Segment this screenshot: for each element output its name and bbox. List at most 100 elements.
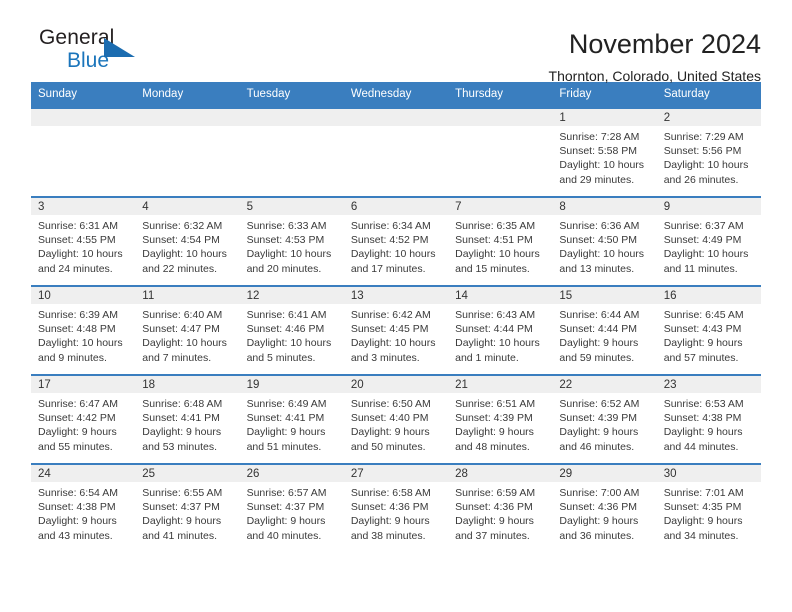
day-number <box>343 109 449 126</box>
sunrise-text: Sunrise: 6:32 AM <box>142 220 223 232</box>
day-details: Sunrise: 6:31 AM Sunset: 4:55 PM Dayligh… <box>31 215 135 276</box>
day-cell[interactable]: 12 Sunrise: 6:41 AM Sunset: 4:46 PM Dayl… <box>239 285 344 375</box>
day-cell[interactable] <box>343 107 449 197</box>
day-number: 23 <box>656 376 761 393</box>
day-cell[interactable]: 27 Sunrise: 6:58 AM Sunset: 4:36 PM Dayl… <box>343 463 449 553</box>
day-cell[interactable] <box>448 107 553 197</box>
sunset-text: Sunset: 4:37 PM <box>246 501 325 514</box>
day-details: Sunrise: 6:44 AM Sunset: 4:44 PM Dayligh… <box>552 304 656 365</box>
daylight-text: Daylight: 9 hours and 57 minutes. <box>663 337 743 364</box>
day-cell[interactable] <box>135 107 240 197</box>
day-details: Sunrise: 6:39 AM Sunset: 4:48 PM Dayligh… <box>31 304 135 365</box>
day-number: 5 <box>239 198 344 215</box>
day-details: Sunrise: 6:50 AM Sunset: 4:40 PM Dayligh… <box>344 393 448 454</box>
day-cell[interactable]: 25 Sunrise: 6:55 AM Sunset: 4:37 PM Dayl… <box>135 463 240 553</box>
day-number: 18 <box>135 376 240 393</box>
day-cell[interactable]: 10 Sunrise: 6:39 AM Sunset: 4:48 PM Dayl… <box>31 285 136 375</box>
day-cell[interactable]: 22 Sunrise: 6:52 AM Sunset: 4:39 PM Dayl… <box>552 374 657 464</box>
day-details: Sunrise: 7:29 AM Sunset: 5:56 PM Dayligh… <box>657 126 761 187</box>
sunrise-text: Sunrise: 7:28 AM <box>559 131 640 143</box>
day-cell[interactable] <box>239 107 344 197</box>
day-number: 14 <box>448 287 553 304</box>
daylight-text: Daylight: 9 hours and 53 minutes. <box>142 426 222 453</box>
day-details <box>135 126 239 130</box>
day-number: 6 <box>343 198 449 215</box>
sunset-text: Sunset: 4:41 PM <box>142 412 220 425</box>
sunrise-text: Sunrise: 7:00 AM <box>559 487 640 499</box>
sunrise-text: Sunrise: 6:41 AM <box>246 309 327 321</box>
day-cell[interactable]: 11 Sunrise: 6:40 AM Sunset: 4:47 PM Dayl… <box>135 285 240 375</box>
daylight-text: Daylight: 9 hours and 37 minutes. <box>455 515 534 542</box>
day-details: Sunrise: 6:49 AM Sunset: 4:41 PM Dayligh… <box>240 393 344 454</box>
day-cell[interactable]: 15 Sunrise: 6:44 AM Sunset: 4:44 PM Dayl… <box>552 285 657 375</box>
sunset-text: Sunset: 4:55 PM <box>38 234 116 247</box>
sunset-text: Sunset: 4:41 PM <box>246 412 325 425</box>
day-number <box>239 109 344 126</box>
day-details: Sunrise: 6:36 AM Sunset: 4:50 PM Dayligh… <box>552 215 656 276</box>
sunrise-text: Sunrise: 6:42 AM <box>350 309 431 321</box>
day-cell[interactable]: 24 Sunrise: 6:54 AM Sunset: 4:38 PM Dayl… <box>31 463 136 553</box>
sunrise-text: Sunrise: 6:34 AM <box>350 220 431 232</box>
daylight-text: Daylight: 10 hours and 9 minutes. <box>38 337 123 364</box>
day-cell[interactable]: 5 Sunrise: 6:33 AM Sunset: 4:53 PM Dayli… <box>239 196 344 286</box>
daylight-text: Daylight: 9 hours and 34 minutes. <box>663 515 743 542</box>
day-details: Sunrise: 6:42 AM Sunset: 4:45 PM Dayligh… <box>344 304 448 365</box>
day-number <box>448 109 553 126</box>
day-cell[interactable]: 19 Sunrise: 6:49 AM Sunset: 4:41 PM Dayl… <box>239 374 344 464</box>
day-cell[interactable]: 20 Sunrise: 6:50 AM Sunset: 4:40 PM Dayl… <box>343 374 449 464</box>
day-cell[interactable]: 6 Sunrise: 6:34 AM Sunset: 4:52 PM Dayli… <box>343 196 449 286</box>
day-cell[interactable]: 13 Sunrise: 6:42 AM Sunset: 4:45 PM Dayl… <box>343 285 449 375</box>
sunrise-text: Sunrise: 6:36 AM <box>559 220 640 232</box>
day-cell[interactable]: 3 Sunrise: 6:31 AM Sunset: 4:55 PM Dayli… <box>31 196 136 286</box>
day-cell[interactable]: 30 Sunrise: 7:01 AM Sunset: 4:35 PM Dayl… <box>656 463 761 553</box>
day-details: Sunrise: 6:35 AM Sunset: 4:51 PM Dayligh… <box>448 215 552 276</box>
day-cell[interactable]: 21 Sunrise: 6:51 AM Sunset: 4:39 PM Dayl… <box>448 374 553 464</box>
calendar-table: Sunday Monday Tuesday Wednesday Thursday… <box>31 82 761 553</box>
day-number: 29 <box>552 465 657 482</box>
brand-logo[interactable]: General Blue <box>31 26 149 78</box>
sunset-text: Sunset: 4:54 PM <box>142 234 220 247</box>
sunset-text: Sunset: 4:46 PM <box>246 323 325 336</box>
day-details: Sunrise: 6:45 AM Sunset: 4:43 PM Dayligh… <box>657 304 761 365</box>
daylight-text: Daylight: 9 hours and 50 minutes. <box>350 426 430 453</box>
day-details: Sunrise: 6:43 AM Sunset: 4:44 PM Dayligh… <box>448 304 552 365</box>
sunrise-text: Sunrise: 6:49 AM <box>246 398 327 410</box>
day-cell[interactable]: 7 Sunrise: 6:35 AM Sunset: 4:51 PM Dayli… <box>448 196 553 286</box>
day-cell[interactable]: 26 Sunrise: 6:57 AM Sunset: 4:37 PM Dayl… <box>239 463 344 553</box>
day-cell[interactable]: 28 Sunrise: 6:59 AM Sunset: 4:36 PM Dayl… <box>448 463 553 553</box>
day-cell[interactable]: 16 Sunrise: 6:45 AM Sunset: 4:43 PM Dayl… <box>656 285 761 375</box>
day-cell[interactable]: 23 Sunrise: 6:53 AM Sunset: 4:38 PM Dayl… <box>656 374 761 464</box>
day-cell[interactable]: 9 Sunrise: 6:37 AM Sunset: 4:49 PM Dayli… <box>656 196 761 286</box>
sunset-text: Sunset: 4:49 PM <box>663 234 742 247</box>
day-cell[interactable]: 1 Sunrise: 7:28 AM Sunset: 5:58 PM Dayli… <box>552 107 657 197</box>
sunset-text: Sunset: 4:47 PM <box>142 323 220 336</box>
day-number: 11 <box>135 287 240 304</box>
day-cell[interactable]: 14 Sunrise: 6:43 AM Sunset: 4:44 PM Dayl… <box>448 285 553 375</box>
page-title: November 2024 <box>568 29 761 59</box>
daylight-text: Daylight: 9 hours and 46 minutes. <box>559 426 639 453</box>
day-number: 21 <box>448 376 553 393</box>
day-details: Sunrise: 6:33 AM Sunset: 4:53 PM Dayligh… <box>240 215 344 276</box>
day-cell[interactable]: 17 Sunrise: 6:47 AM Sunset: 4:42 PM Dayl… <box>31 374 136 464</box>
day-number: 10 <box>31 287 136 304</box>
calendar-week-row: 10 Sunrise: 6:39 AM Sunset: 4:48 PM Dayl… <box>31 285 761 375</box>
daylight-text: Daylight: 10 hours and 15 minutes. <box>455 248 540 275</box>
day-details: Sunrise: 7:00 AM Sunset: 4:36 PM Dayligh… <box>552 482 656 543</box>
daylight-text: Daylight: 10 hours and 17 minutes. <box>350 248 436 275</box>
daylight-text: Daylight: 10 hours and 22 minutes. <box>142 248 227 275</box>
page-subtitle: Thornton, Colorado, United States <box>548 68 761 84</box>
calendar-week-row: 3 Sunrise: 6:31 AM Sunset: 4:55 PM Dayli… <box>31 196 761 286</box>
weekday-header-tuesday: Tuesday <box>239 82 344 108</box>
day-cell[interactable]: 29 Sunrise: 7:00 AM Sunset: 4:36 PM Dayl… <box>552 463 657 553</box>
day-number: 15 <box>552 287 657 304</box>
daylight-text: Daylight: 9 hours and 51 minutes. <box>246 426 326 453</box>
day-number: 16 <box>656 287 761 304</box>
day-cell[interactable]: 2 Sunrise: 7:29 AM Sunset: 5:56 PM Dayli… <box>656 107 761 197</box>
day-cell[interactable] <box>31 107 136 197</box>
day-cell[interactable]: 18 Sunrise: 6:48 AM Sunset: 4:41 PM Dayl… <box>135 374 240 464</box>
weekday-header-thursday: Thursday <box>448 82 553 108</box>
weekday-header-sunday: Sunday <box>31 82 136 108</box>
daylight-text: Daylight: 10 hours and 13 minutes. <box>559 248 645 275</box>
day-cell[interactable]: 8 Sunrise: 6:36 AM Sunset: 4:50 PM Dayli… <box>552 196 657 286</box>
day-cell[interactable]: 4 Sunrise: 6:32 AM Sunset: 4:54 PM Dayli… <box>135 196 240 286</box>
